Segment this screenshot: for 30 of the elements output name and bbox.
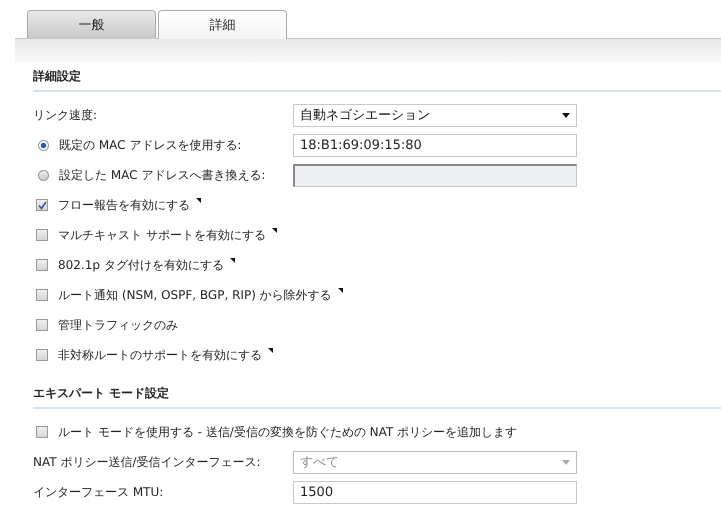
checkbox-label: ルート モードを使用する - 送信/受信の変換を防ぐための NAT ポリシーを追加します — [58, 424, 518, 440]
section-header: 詳細設定 — [33, 65, 721, 92]
input-field[interactable]: 18:B1:69:09:15:80 — [293, 134, 577, 156]
checkbox[interactable] — [36, 289, 48, 301]
checkbox[interactable] — [36, 426, 48, 438]
checkbox-label: フロー報告を有効にする — [58, 196, 190, 214]
radio-button[interactable] — [38, 140, 49, 150]
radio-label: 設定した MAC アドレスへ書き換える: — [59, 166, 266, 184]
tab[interactable]: 一般 — [27, 10, 156, 38]
field-label: インターフェース MTU: — [33, 484, 164, 500]
tab[interactable]: 詳細 — [158, 10, 287, 39]
field-label: NAT ポリシー送信/受信インターフェース: — [33, 454, 262, 470]
checkbox[interactable] — [36, 199, 48, 211]
checkbox-label: 802.1p タグ付けを有効にする — [58, 256, 224, 274]
checkbox-label: 非対称ルートのサポートを有効にする — [58, 346, 262, 364]
checkbox-label: マルチキャスト サポートを有効にする — [58, 226, 266, 244]
dropdown[interactable]: 自動ネゴシエーション — [293, 104, 577, 126]
checkbox[interactable] — [36, 319, 48, 331]
checkbox-label: ルート通知 (NSM, OSPF, BGP, RIP) から除外する — [58, 286, 332, 304]
radio-button[interactable] — [38, 170, 49, 180]
checkbox[interactable] — [36, 349, 48, 361]
input-field[interactable]: 1500 — [293, 480, 577, 504]
checkbox-label: 管理トラフィックのみ — [58, 316, 178, 334]
radio-label: 既定の MAC アドレスを使用する: — [59, 136, 242, 154]
field-label: リンク速度: — [33, 106, 98, 124]
checkbox[interactable] — [36, 229, 48, 241]
section-header: エキスパート モード設定 — [33, 382, 721, 409]
dropdown-caret-icon — [562, 112, 570, 118]
checkbox[interactable] — [36, 259, 48, 271]
dropdown-caret-icon — [562, 460, 570, 464]
